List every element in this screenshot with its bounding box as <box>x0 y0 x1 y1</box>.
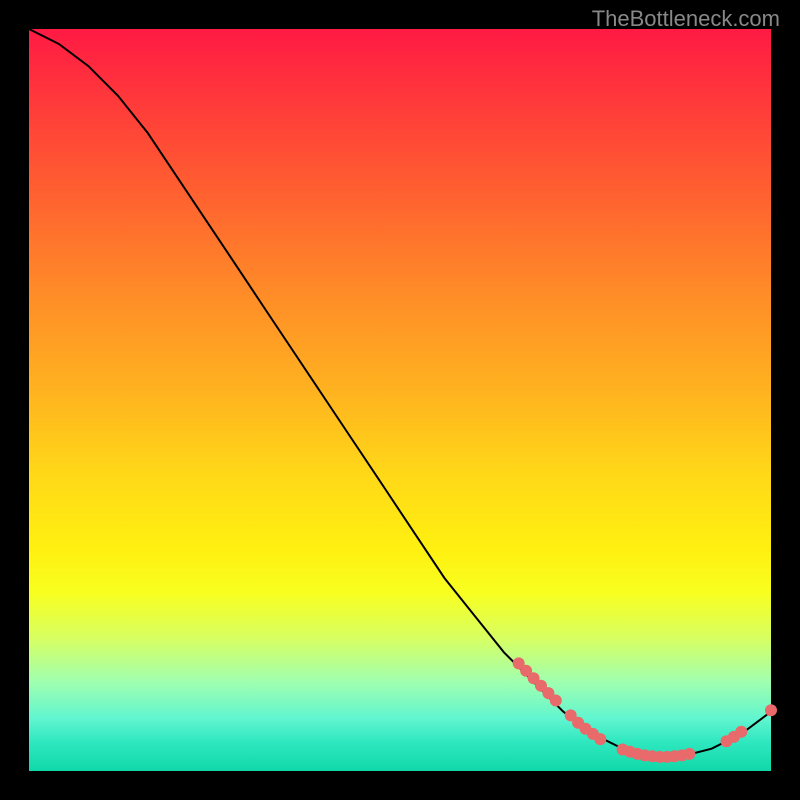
data-marker <box>683 748 695 760</box>
bottleneck-curve-line <box>29 29 771 756</box>
data-marker <box>550 695 562 707</box>
data-markers <box>513 657 777 763</box>
chart-svg <box>29 29 771 771</box>
data-marker <box>594 733 606 745</box>
data-marker <box>765 704 777 716</box>
watermark-text: TheBottleneck.com <box>592 6 780 32</box>
data-marker <box>735 726 747 738</box>
chart-container: TheBottleneck.com <box>0 0 800 800</box>
